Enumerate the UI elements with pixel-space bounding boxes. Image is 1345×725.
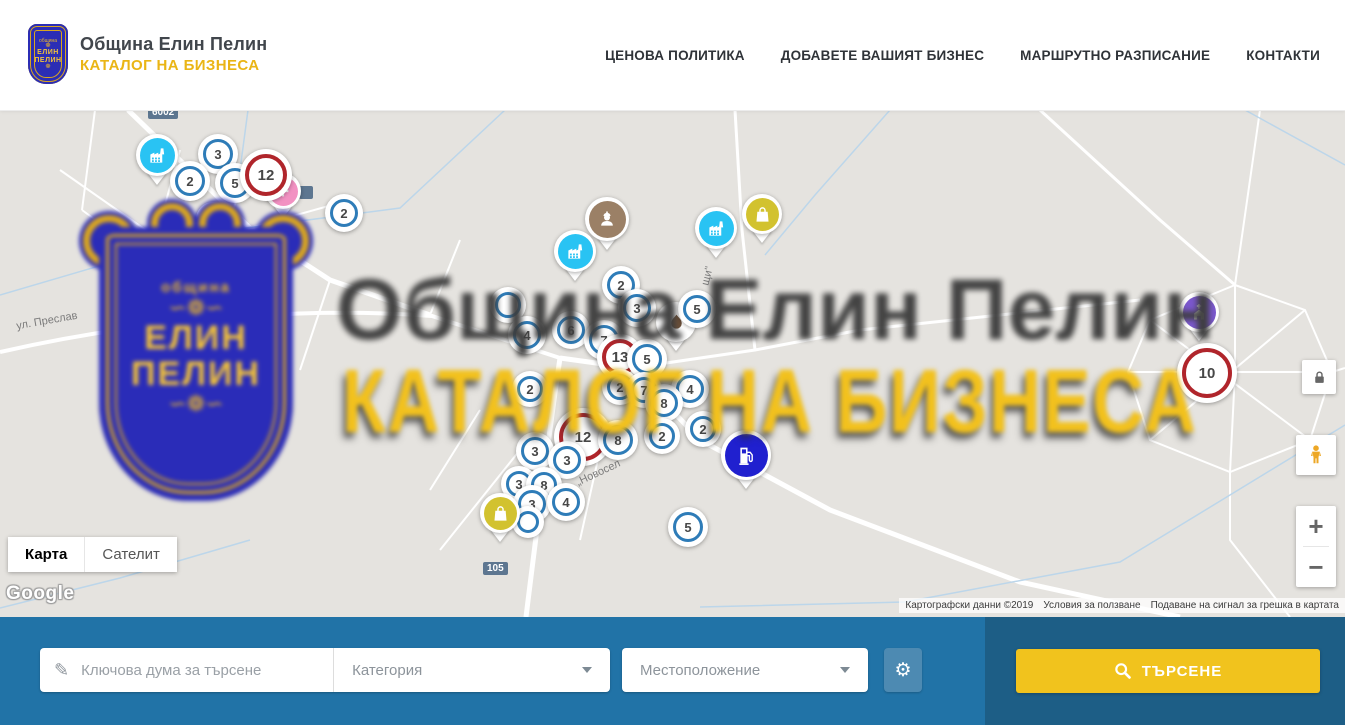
pegman-street-view-button[interactable] [1296, 435, 1336, 475]
lock-icon [1311, 369, 1328, 386]
zoom-control: + − [1296, 506, 1336, 587]
chevron-down-icon [840, 667, 850, 673]
pegman-icon [1304, 443, 1328, 467]
attribution-copyright: Картографски данни ©2019 [905, 600, 1033, 611]
brand-title: Община Елин Пелин [80, 34, 267, 55]
nav-route-schedule[interactable]: МАРШРУТНО РАЗПИСАНИЕ [1020, 48, 1210, 63]
location-select-label: Местоположение [640, 662, 760, 679]
search-bar: ✎ Категория Местоположение ⚙ ТЪРСЕНЕ [0, 617, 1345, 725]
brand[interactable]: община ❁ ЕЛИН ПЕЛИН ❁ Община Елин Пелин … [28, 24, 267, 84]
advanced-search-button[interactable]: ⚙ [884, 648, 922, 692]
map-canvas[interactable]: ул. Преславбул. „Новоселщи" 6002105 3251… [0, 110, 1345, 617]
category-select-label: Категория [352, 662, 422, 679]
brand-subtitle: КАТАЛОГ НА БИЗНЕСА [80, 57, 267, 74]
factory-pin[interactable] [554, 230, 596, 272]
zoom-out-button[interactable]: − [1296, 547, 1336, 587]
factory-icon [558, 234, 593, 269]
map-type-satellite-button[interactable]: Сателит [84, 537, 177, 572]
location-group: Местоположение [622, 648, 868, 692]
church-icon [1183, 296, 1216, 329]
pencil-icon: ✎ [54, 660, 69, 681]
attribution-terms-link[interactable]: Условия за ползване [1043, 600, 1140, 611]
gear-icon: ⚙ [894, 659, 911, 682]
pin-layer [0, 110, 1345, 617]
bag-pin[interactable] [480, 493, 520, 533]
fuel-pin[interactable] [721, 430, 771, 480]
church-pin[interactable] [1179, 292, 1219, 332]
logo-line1: ЕЛИН [37, 49, 59, 57]
factory-icon [699, 211, 734, 246]
google-logo: Google [6, 583, 74, 605]
site-header: община ❁ ЕЛИН ПЕЛИН ❁ Община Елин Пелин … [0, 0, 1345, 111]
bag-icon [484, 497, 517, 530]
map-type-map-button[interactable]: Карта [8, 537, 84, 572]
factory-pin[interactable] [136, 134, 178, 176]
search-icon [1114, 662, 1132, 680]
keyword-category-group: ✎ Категория [40, 648, 610, 692]
location-select[interactable]: Местоположение [622, 648, 868, 692]
lock-control-button[interactable] [1302, 360, 1336, 394]
bag-pin[interactable] [742, 194, 782, 234]
zoom-in-button[interactable]: + [1296, 506, 1336, 546]
attribution-report-error-link[interactable]: Подаване на сигнал за грешка в картата [1151, 600, 1339, 611]
nav-contacts[interactable]: КОНТАКТИ [1246, 48, 1320, 63]
chevron-down-icon [582, 667, 592, 673]
factory-icon [140, 138, 175, 173]
search-submit-button[interactable]: ТЪРСЕНЕ [1016, 649, 1320, 693]
nav-pricing-policy[interactable]: ЦЕНОВА ПОЛИТИКА [605, 48, 745, 63]
business-catalog-page: община ❁ ЕЛИН ПЕЛИН ❁ Община Елин Пелин … [0, 0, 1345, 725]
map-type-control: Карта Сателит [8, 537, 177, 572]
nav-add-your-business[interactable]: ДОБАВЕТЕ ВАШИЯТ БИЗНЕС [781, 48, 984, 63]
fuel-icon [725, 434, 768, 477]
category-select[interactable]: Категория [334, 648, 610, 692]
logo-ornament-bottom: ❁ [45, 65, 50, 70]
map-attribution: Картографски данни ©2019 Условия за полз… [899, 598, 1345, 613]
bag-icon [746, 198, 779, 231]
keyword-input[interactable] [79, 661, 333, 680]
municipality-logo: община ❁ ЕЛИН ПЕЛИН ❁ [28, 24, 68, 84]
main-nav: ЦЕНОВА ПОЛИТИКА ДОБАВЕТЕ ВАШИЯТ БИЗНЕС М… [605, 0, 1320, 110]
factory-pin[interactable] [695, 207, 737, 249]
